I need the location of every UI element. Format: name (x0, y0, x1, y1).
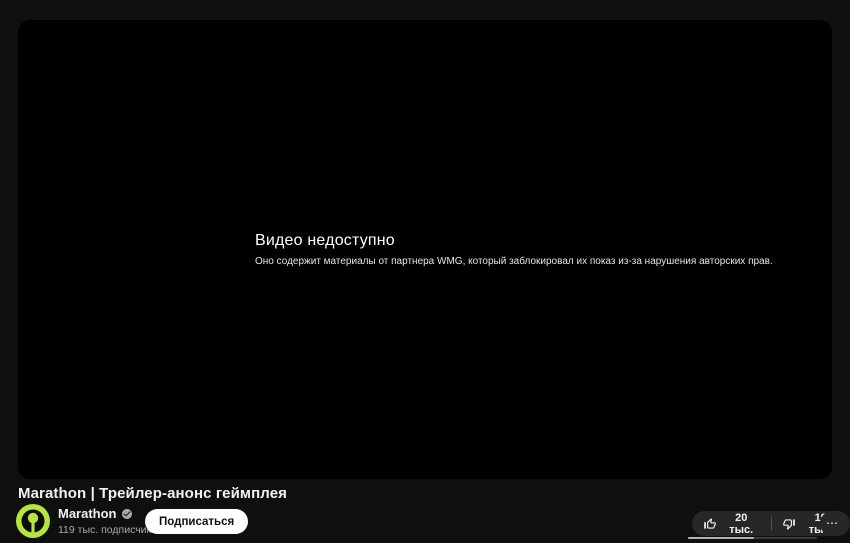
more-actions-button[interactable]: ⋯ (820, 511, 845, 536)
watch-page: { "colors": { "page_bg": "#0f0f0f", "pla… (0, 0, 850, 542)
thumbs-up-icon (704, 517, 716, 529)
video-player[interactable]: Видео недоступно Оно содержит материалы … (18, 20, 832, 479)
video-title: Marathon | Трейлер-анонс геймплея (18, 485, 288, 502)
actions-scrollbar[interactable] (688, 537, 817, 539)
channel-name[interactable]: Marathon (58, 506, 117, 521)
error-message: Оно содержит материалы от партнера WMG, … (255, 256, 773, 267)
error-title: Видео недоступно (255, 232, 395, 249)
verified-badge-icon (121, 508, 132, 519)
like-count: 20 тыс. (729, 511, 754, 536)
like-button[interactable]: 20 тыс. (692, 511, 771, 536)
marathon-logo-icon (16, 504, 50, 538)
channel-avatar[interactable] (16, 504, 50, 538)
thumbs-down-icon (783, 518, 796, 530)
subscribe-button[interactable]: Подписаться (145, 509, 249, 534)
playback-error-block: Видео недоступно Оно содержит материалы … (255, 231, 773, 267)
actions-scrollbar-thumb[interactable] (688, 537, 754, 539)
more-icon: ⋯ (826, 516, 839, 530)
